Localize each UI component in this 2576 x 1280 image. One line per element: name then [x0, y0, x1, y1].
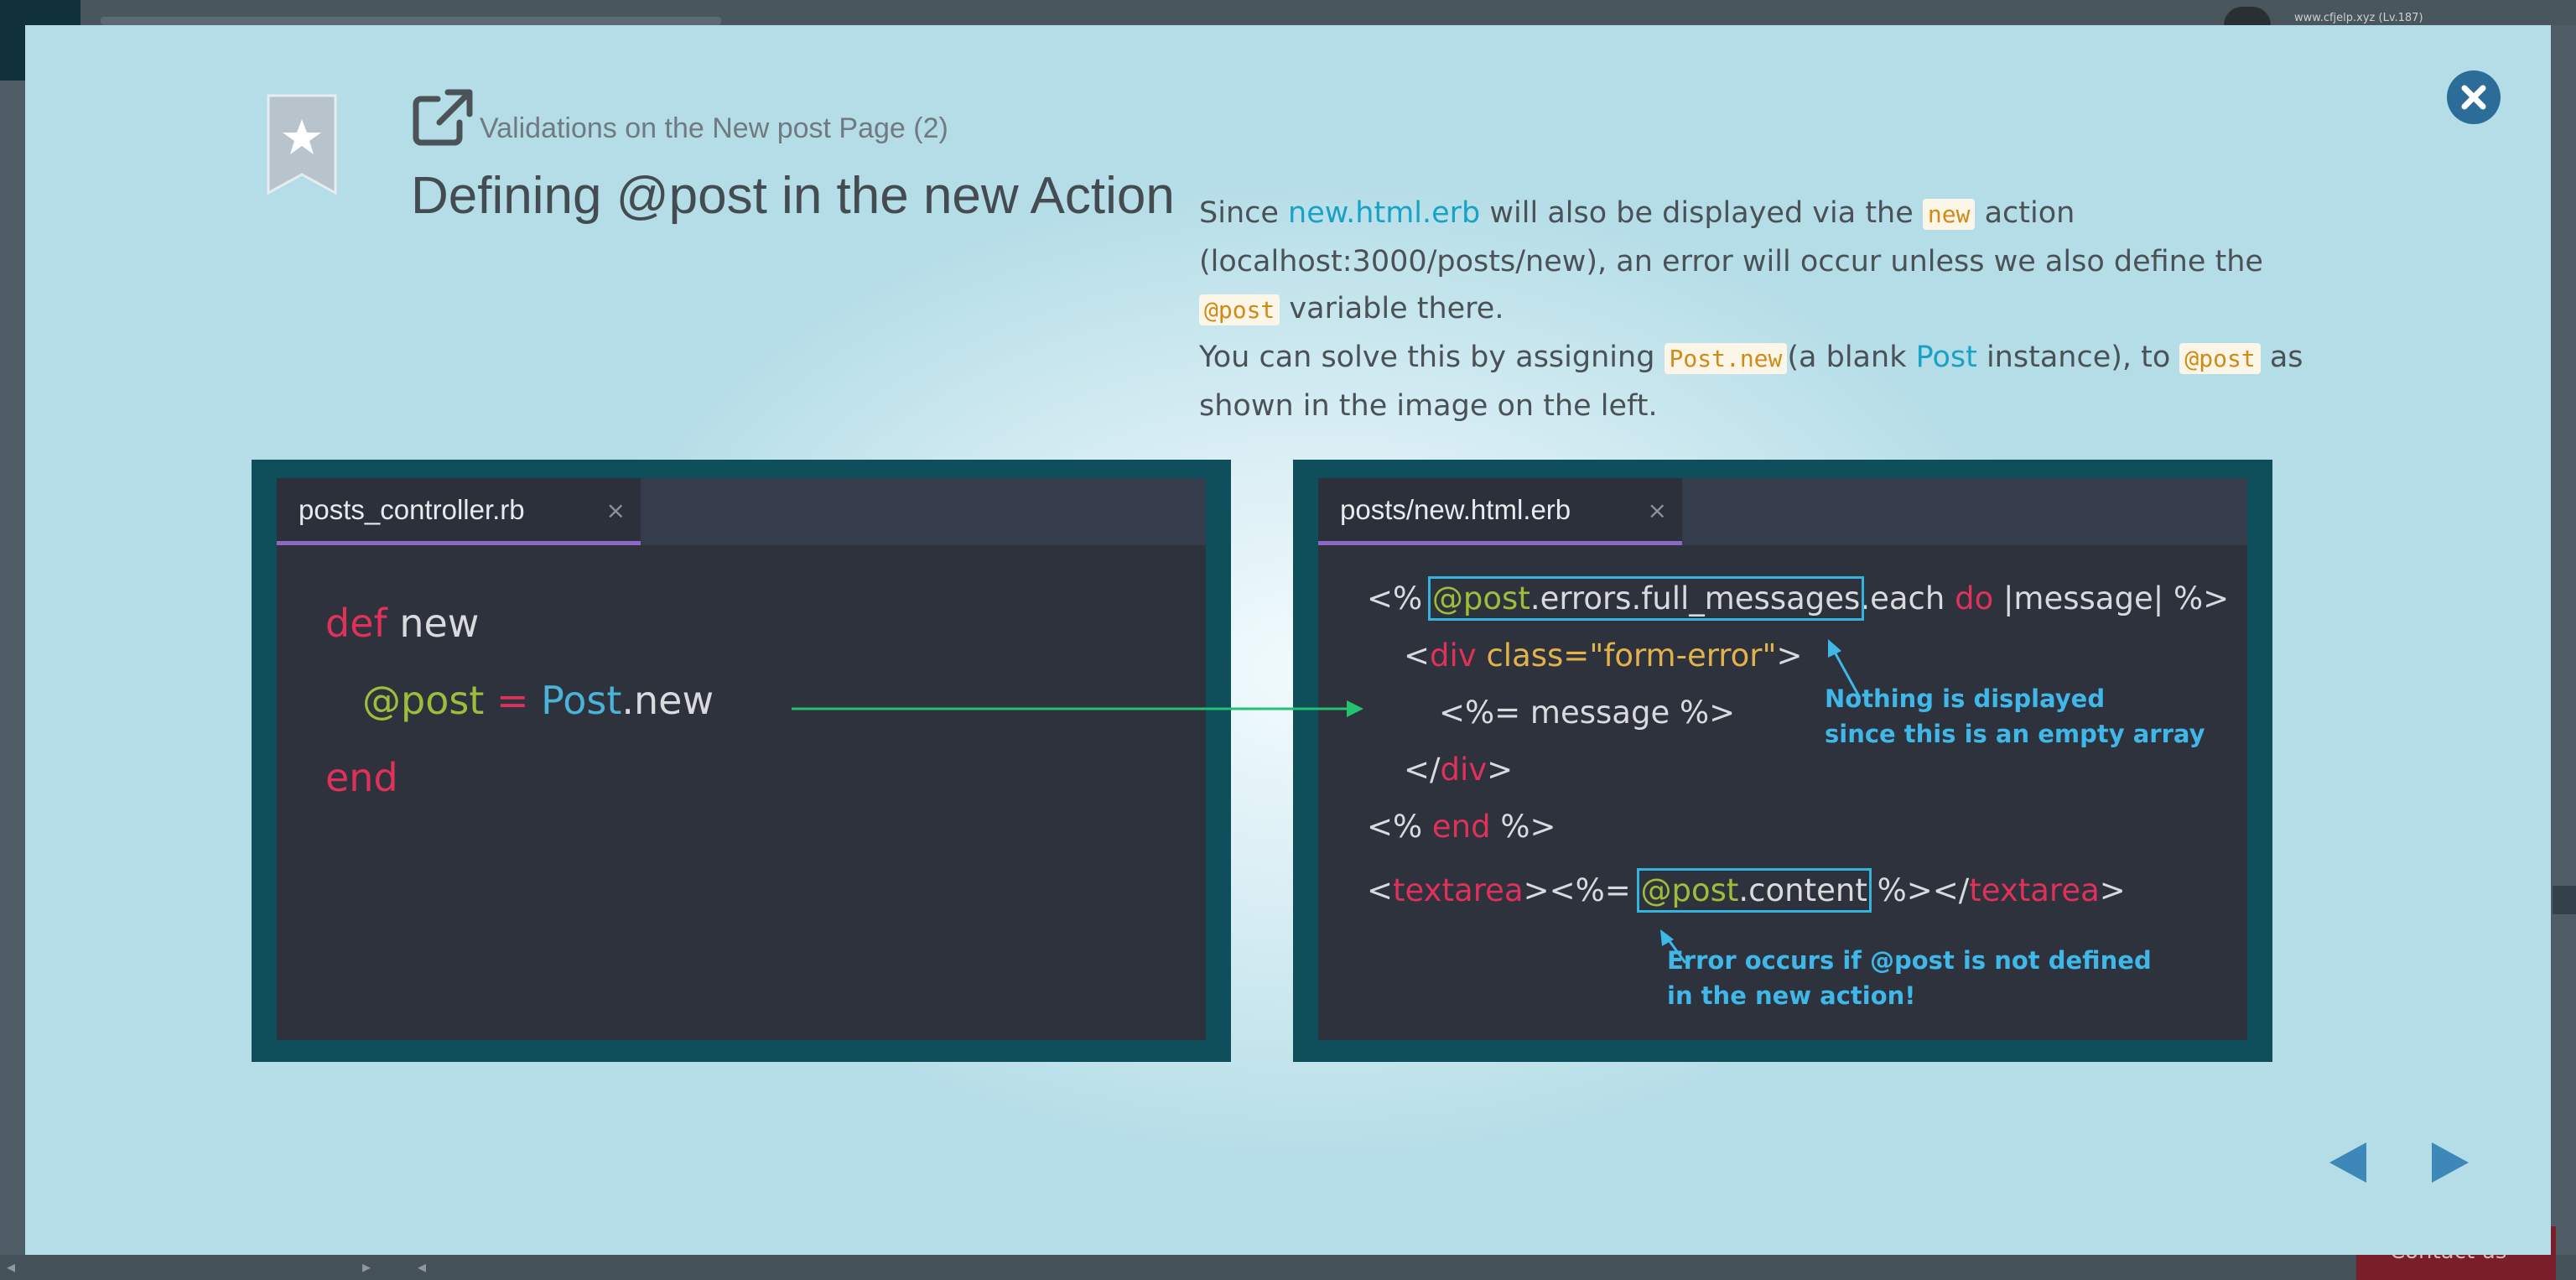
- text: will also be displayed via the: [1480, 196, 1923, 230]
- slide-description: Since new.html.erb will also be displaye…: [1199, 190, 2306, 429]
- editor-tabbar: posts/new.html.erb ×: [1318, 478, 2247, 545]
- tab-new-html-erb[interactable]: posts/new.html.erb ×: [1318, 478, 1682, 545]
- inline-code: Post.new: [1664, 343, 1788, 374]
- code-text: <: [1367, 872, 1394, 908]
- text: Since: [1199, 196, 1289, 230]
- scrollbar-thumb[interactable]: [2553, 886, 2576, 914]
- code-text: new: [387, 601, 480, 646]
- highlight-box: @post.content: [1636, 868, 1872, 913]
- code-panel-controller: posts_controller.rb × def new @post = Po…: [252, 460, 1231, 1062]
- class-link[interactable]: Post: [1916, 341, 1977, 374]
- tab-label: posts_controller.rb: [299, 493, 525, 525]
- page-title: Defining @post in the new Action: [411, 167, 1175, 225]
- code-text: <%= message %>: [1439, 695, 1736, 731]
- code-keyword: end: [1431, 809, 1491, 845]
- code-editor: posts_controller.rb × def new @post = Po…: [277, 478, 1206, 1040]
- code-keyword: end: [325, 755, 398, 800]
- code-line: end: [325, 755, 398, 800]
- code-instance-var: @post: [362, 678, 485, 723]
- code-text: ><%=: [1523, 872, 1641, 908]
- tab-posts-controller[interactable]: posts_controller.rb ×: [277, 478, 641, 545]
- code-text: <: [1404, 637, 1431, 674]
- code-tag: div: [1440, 752, 1488, 788]
- prev-arrow-icon[interactable]: [2329, 1142, 2366, 1183]
- code-instance-var: @post: [1431, 580, 1530, 617]
- code-line: <%= message %>: [1439, 695, 1735, 731]
- editor-tabbar: posts_controller.rb ×: [277, 478, 1206, 545]
- code-text: >: [1487, 752, 1514, 788]
- code-tag: div: [1430, 637, 1477, 674]
- external-link-icon[interactable]: [413, 89, 473, 146]
- file-link[interactable]: new.html.erb: [1288, 196, 1480, 230]
- code-class: Post: [541, 678, 622, 723]
- inline-code: @post: [1199, 294, 1280, 325]
- code-text: <%: [1367, 809, 1432, 845]
- code-text: %>: [1490, 809, 1556, 845]
- bookmark-star-icon[interactable]: [267, 94, 337, 195]
- code-line: def new: [325, 601, 479, 646]
- annotation-error: Error occurs if @post is not defined in …: [1667, 946, 2152, 1010]
- code-tag: textarea: [1393, 872, 1524, 908]
- backdrop-footer: [0, 1255, 2576, 1280]
- description-paragraph-2: You can solve this by assigning Post.new…: [1199, 334, 2306, 429]
- text: variable there.: [1280, 292, 1504, 325]
- code-text: .each: [1860, 580, 1955, 617]
- code-line: <% @post.errors.full_messages.each do |m…: [1367, 576, 2230, 621]
- backdrop-search-bar: [101, 17, 721, 25]
- tab-label: posts/new.html.erb: [1340, 493, 1571, 525]
- scroll-right-icon[interactable]: ▸: [362, 1257, 371, 1277]
- code-string: "form-error": [1589, 637, 1777, 674]
- user-label: www.cfjelp.xyz (Lv.187): [2294, 12, 2423, 24]
- text: (a blank: [1787, 341, 1916, 374]
- code-area: def new @post = Post.new end: [277, 545, 1206, 1040]
- code-text: .content: [1738, 872, 1867, 908]
- text: You can solve this by assigning: [1199, 341, 1665, 374]
- close-icon: [2461, 85, 2486, 110]
- code-attr: class=: [1476, 637, 1590, 674]
- code-text: .new: [621, 678, 714, 723]
- code-panel-view: posts/new.html.erb × <% @post.errors.ful…: [1293, 460, 2272, 1062]
- code-text: </: [1404, 752, 1441, 788]
- code-line: </div>: [1404, 752, 1513, 788]
- code-line: @post = Post.new: [362, 678, 714, 723]
- slide-subtitle: Validations on the New post Page (2): [480, 112, 948, 144]
- annotation-empty-array: Nothing is displayed since this is an em…: [1825, 684, 2205, 748]
- code-text: <%: [1367, 580, 1432, 617]
- code-text: >: [1776, 637, 1803, 674]
- code-line: <% end %>: [1367, 809, 1556, 845]
- highlight-box: @post.errors.full_messages: [1427, 576, 1865, 621]
- code-tag: textarea: [1969, 872, 2100, 908]
- scroll-left-icon[interactable]: ◂: [418, 1257, 426, 1277]
- code-text: |message| %>: [1993, 580, 2230, 617]
- code-text: %></: [1867, 872, 1970, 908]
- code-editor: posts/new.html.erb × <% @post.errors.ful…: [1318, 478, 2247, 1040]
- code-line: <div class="form-error">: [1404, 637, 1803, 674]
- tab-close-icon[interactable]: ×: [1648, 497, 1667, 524]
- code-text: >: [2099, 872, 2126, 908]
- code-instance-var: @post: [1640, 872, 1739, 908]
- inline-code: @post: [2179, 343, 2261, 374]
- inline-code: new: [1922, 199, 1976, 230]
- code-keyword: def: [325, 601, 387, 646]
- next-arrow-icon[interactable]: [2432, 1142, 2469, 1183]
- text: instance), to: [1976, 341, 2180, 374]
- close-button[interactable]: [2447, 70, 2501, 124]
- code-line: <textarea><%= @post.content %></textarea…: [1367, 868, 2126, 913]
- code-keyword: do: [1955, 580, 1994, 617]
- scroll-left-icon[interactable]: ◂: [7, 1257, 15, 1277]
- tab-close-icon[interactable]: ×: [606, 497, 626, 524]
- code-operator: =: [484, 678, 542, 723]
- code-area: <% @post.errors.full_messages.each do |m…: [1318, 545, 2247, 1040]
- description-paragraph-1: Since new.html.erb will also be displaye…: [1199, 190, 2306, 334]
- code-text: .errors.full_messages: [1530, 580, 1861, 617]
